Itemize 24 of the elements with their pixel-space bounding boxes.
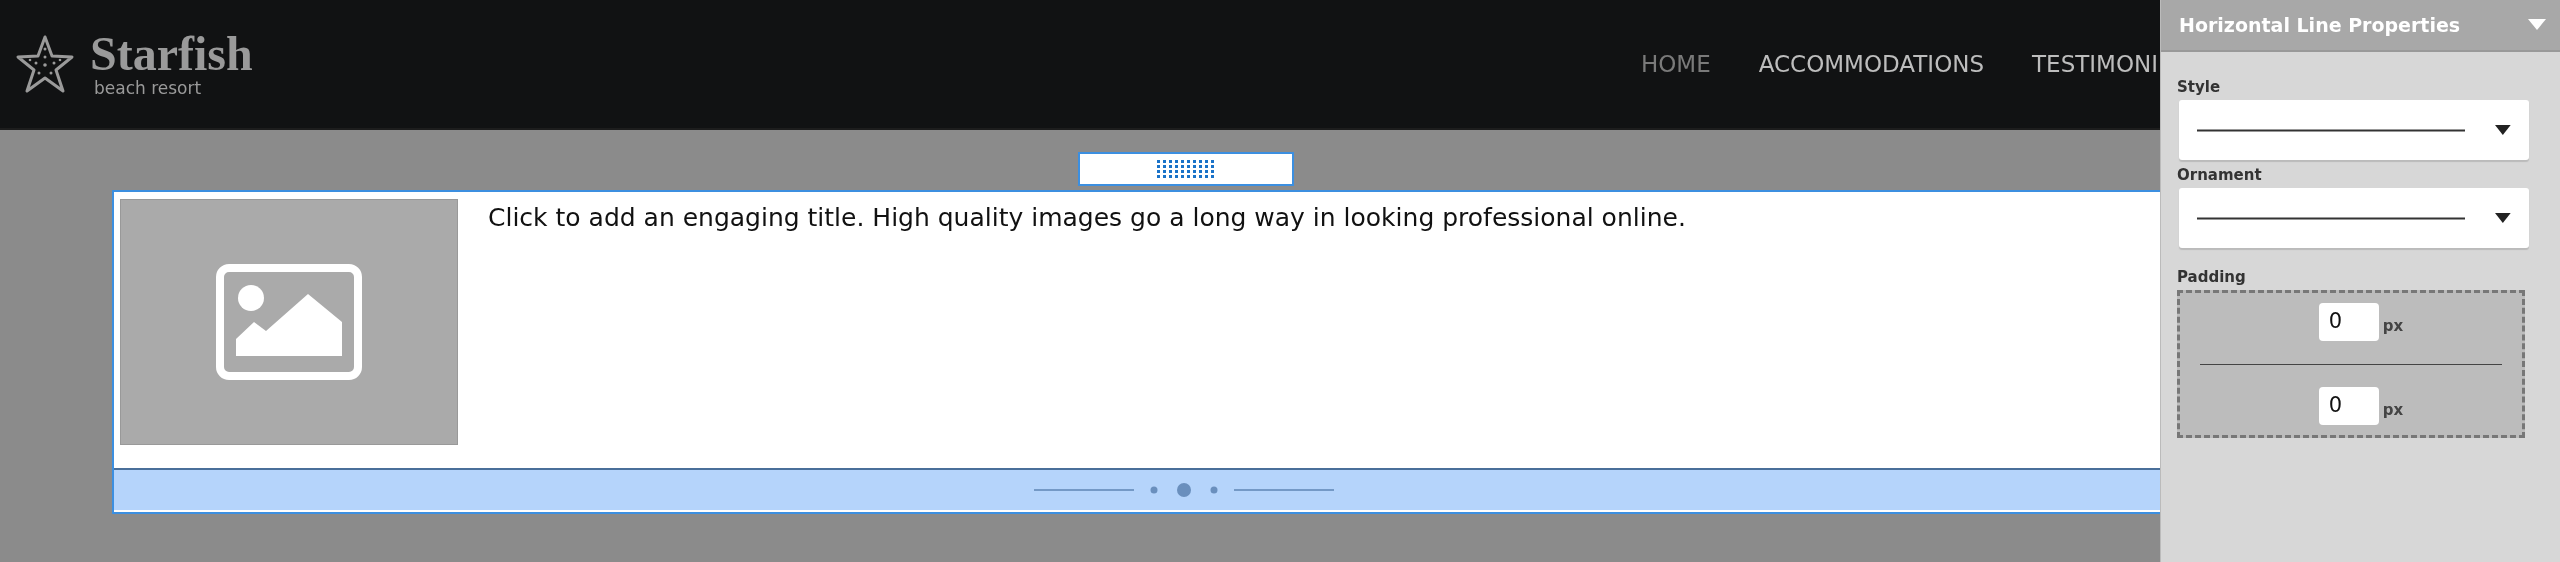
image-icon: [216, 264, 362, 380]
logo-name: Starfish: [90, 30, 253, 78]
starfish-icon: [14, 33, 76, 95]
nav-link[interactable]: HOME: [1640, 51, 1711, 77]
unit-label: px: [2382, 401, 2404, 419]
padding-input[interactable]: 0: [2318, 387, 2379, 425]
field-label: Ornament: [2177, 166, 2262, 184]
image-placeholder[interactable]: [120, 199, 458, 445]
unit-label: px: [2382, 317, 2404, 335]
drag-handle[interactable]: [1078, 152, 1294, 186]
dropdown-caret-icon: [2495, 125, 2511, 135]
panel-title: Horizontal Line Properties: [2179, 14, 2462, 36]
line-dropdown[interactable]: [2179, 100, 2529, 160]
nav-link[interactable]: ACCOMMODATIONS: [1758, 51, 1985, 77]
nav-link[interactable]: TESTIMONI: [2032, 51, 2158, 77]
padding-input[interactable]: 0: [2318, 303, 2379, 341]
dropdown-caret-icon: [2495, 213, 2511, 223]
logo-tagline: beach resort: [94, 78, 203, 98]
grip-icon: [1157, 160, 1215, 178]
field-label: Style: [2177, 78, 2221, 96]
content-block[interactable]: Click to add an engaging title. High quality images go a long way in looking professional online.: [112, 190, 2160, 514]
collapse-caret-icon[interactable]: [2528, 19, 2546, 31]
line-dropdown[interactable]: [2179, 188, 2529, 248]
field-label: Padding: [2177, 268, 2246, 286]
